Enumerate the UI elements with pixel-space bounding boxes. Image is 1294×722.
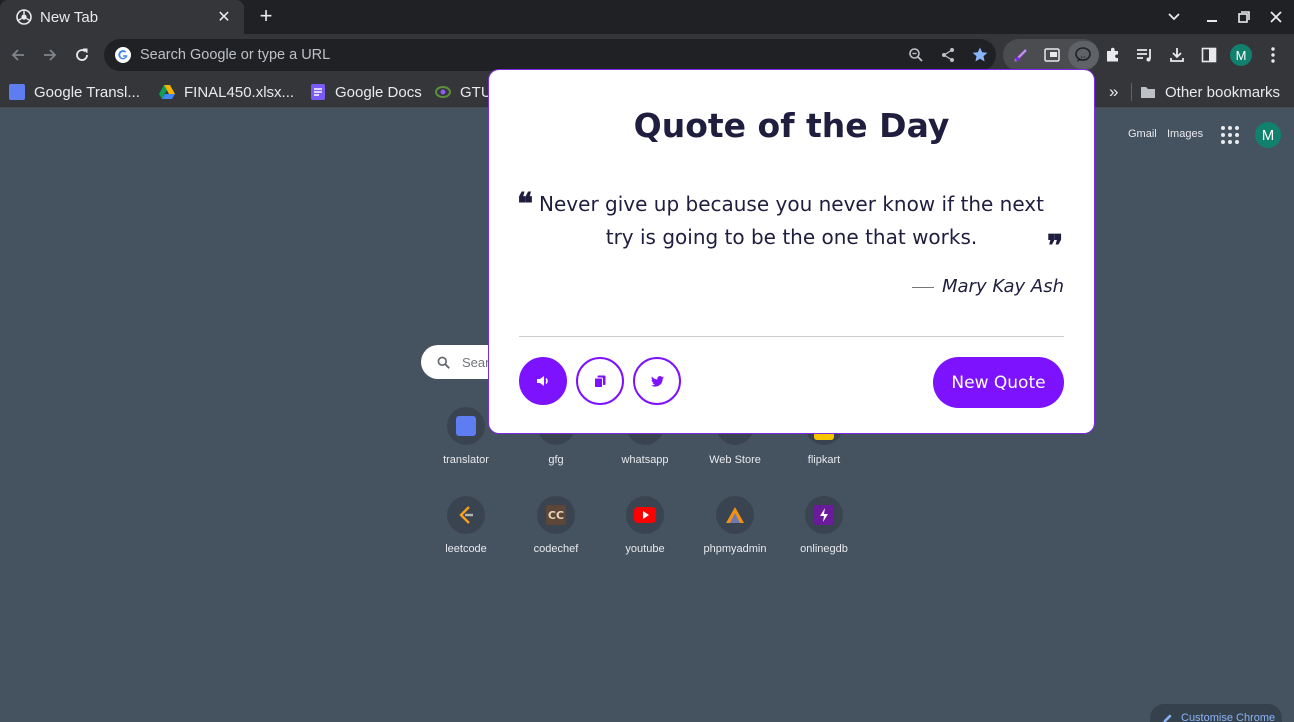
youtube-icon (626, 496, 664, 534)
other-bookmarks-label: Other bookmarks (1165, 83, 1281, 101)
share-icon[interactable] (932, 41, 964, 69)
tab-search-icon[interactable] (1158, 0, 1190, 34)
close-window-icon[interactable] (1260, 0, 1292, 34)
bookmark-label: FINAL450.xlsx... (184, 83, 295, 101)
reload-icon[interactable] (68, 41, 96, 69)
quote-author: Mary Kay Ash (911, 276, 1064, 297)
back-icon[interactable] (4, 41, 32, 69)
overflow-chevron-icon: » (1109, 82, 1119, 101)
pencil-icon (1163, 713, 1172, 722)
quote-text: Never give up because you never know if … (539, 192, 1044, 249)
images-link[interactable]: Images (1167, 128, 1203, 140)
close-tab-icon[interactable]: ✕ (214, 7, 234, 27)
side-panel-icon[interactable] (1195, 41, 1223, 69)
shortcut-onlinegdb[interactable]: onlinegdb (784, 496, 864, 555)
new-quote-button[interactable]: New Quote (933, 357, 1064, 408)
google-drive-icon (159, 85, 175, 99)
popup-divider (519, 336, 1064, 337)
google-docs-icon (311, 84, 325, 100)
tab-new-tab[interactable]: New Tab ✕ (0, 0, 244, 34)
shortcut-label: flipkart (807, 454, 841, 466)
search-icon (437, 356, 450, 369)
bookmark-final450[interactable]: FINAL450.xlsx... (159, 80, 294, 104)
onlinegdb-icon (805, 496, 843, 534)
shortcut-label: Web Store (709, 454, 761, 466)
svg-text:,,: ,, (1081, 50, 1086, 59)
profile-button[interactable]: M (1227, 41, 1255, 69)
shortcut-label: phpmyadmin (703, 543, 767, 555)
translate-icon (447, 407, 485, 445)
author-dash (911, 286, 934, 288)
avatar: M (1230, 44, 1252, 66)
bookmark-label: Google Transl... (34, 83, 140, 101)
new-tab-button[interactable]: + (254, 5, 278, 29)
google-icon (115, 47, 131, 63)
bookmark-gtu[interactable]: GTU (435, 80, 492, 104)
google-apps-icon[interactable] (1221, 126, 1239, 144)
bookmark-google-docs[interactable]: Google Docs (310, 80, 422, 104)
omnibox[interactable]: Search Google or type a URL (104, 39, 996, 71)
extensions-puzzle-icon[interactable] (1099, 41, 1127, 69)
shortcut-label: gfg (548, 454, 564, 466)
author-name: Mary Kay Ash (941, 276, 1064, 297)
bookmarks-divider (1131, 83, 1132, 101)
shortcut-label: translator (443, 454, 489, 466)
menu-kebab-icon[interactable] (1259, 41, 1287, 69)
quote-extension-icon[interactable]: ,, (1067, 41, 1099, 69)
pen-extension-icon[interactable] (1005, 41, 1036, 69)
leetcode-icon (447, 496, 485, 534)
quote-title: Quote of the Day (633, 106, 950, 145)
omnibox-placeholder: Search Google or type a URL (140, 47, 331, 63)
speak-button[interactable] (519, 357, 567, 405)
copy-button[interactable] (576, 357, 624, 405)
shortcut-label: whatsapp (621, 454, 669, 466)
reading-list-icon[interactable] (1131, 41, 1159, 69)
extensions-group: ,, (1003, 39, 1099, 71)
shortcut-label: youtube (625, 543, 665, 555)
svg-text:CC: CC (548, 509, 564, 522)
forward-icon[interactable] (36, 41, 64, 69)
phpmyadmin-icon (716, 496, 754, 534)
picture-in-picture-icon[interactable] (1036, 41, 1067, 69)
folder-icon (1141, 87, 1155, 98)
bookmark-label: Google Docs (335, 83, 422, 101)
bookmark-star-icon[interactable] (964, 41, 996, 69)
bookmark-label: GTU (460, 83, 492, 101)
tab-title: New Tab (40, 8, 99, 26)
ntp-avatar[interactable]: M (1255, 122, 1281, 148)
shortcut-label: codechef (533, 543, 579, 555)
download-icon[interactable] (1163, 41, 1191, 69)
google-translate-icon (9, 84, 25, 100)
shortcut-label: leetcode (445, 543, 487, 555)
open-quote-icon: ❝ (517, 187, 534, 222)
customise-label: Customise Chrome (1181, 712, 1276, 722)
gmail-link[interactable]: Gmail (1128, 128, 1157, 140)
quote-popup: Quote of the Day ❝ Never give up because… (489, 70, 1094, 433)
bookmark-google-translate[interactable]: Google Transl... (9, 80, 140, 104)
bookmarks-overflow-button[interactable]: » (1109, 80, 1118, 104)
shortcut-youtube[interactable]: youtube (605, 496, 685, 555)
customise-chrome-button[interactable]: Customise Chrome (1150, 704, 1282, 722)
codechef-icon: CC (537, 496, 575, 534)
shortcut-leetcode[interactable]: leetcode (426, 496, 506, 555)
twitter-icon (650, 375, 664, 387)
shortcut-label: onlinegdb (800, 543, 848, 555)
twitter-button[interactable] (633, 357, 681, 405)
gtu-icon (435, 86, 451, 98)
restore-icon[interactable] (1228, 0, 1260, 34)
zoom-icon[interactable] (900, 41, 932, 69)
close-quote-icon: ❞ (1047, 229, 1064, 264)
tab-strip: New Tab ✕ + (0, 0, 1294, 34)
minimize-icon[interactable] (1196, 0, 1228, 34)
shortcut-codechef[interactable]: CC codechef (516, 496, 596, 555)
ntp-search-placeholder: Sear (462, 354, 490, 370)
speaker-icon (537, 376, 548, 386)
copy-icon (594, 375, 606, 388)
chrome-icon (16, 9, 32, 25)
other-bookmarks-button[interactable]: Other bookmarks (1140, 80, 1280, 104)
shortcut-phpmyadmin[interactable]: phpmyadmin (695, 496, 775, 555)
